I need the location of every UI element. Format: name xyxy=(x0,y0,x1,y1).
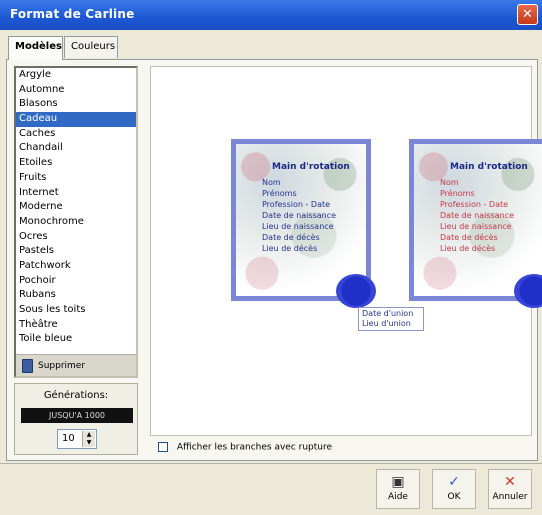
list-item[interactable]: Toile bleue xyxy=(16,332,136,347)
stepper-up-icon[interactable]: ▲ xyxy=(83,431,95,439)
card-title: Main d'rotation xyxy=(272,162,350,172)
card-line: Date de décès xyxy=(262,233,320,242)
branches-option[interactable]: Afficher les branches avec rupture xyxy=(158,442,332,453)
list-item[interactable]: Fruits xyxy=(16,171,136,186)
union-place: Lieu d'union xyxy=(362,319,411,328)
help-label: Aide xyxy=(388,492,408,502)
branches-checkbox[interactable] xyxy=(158,442,168,452)
card-line: Lieu de naissance xyxy=(262,222,334,231)
trash-icon xyxy=(22,359,33,373)
preview-card-left: Main d'rotation Nom Prénoms Profession -… xyxy=(231,139,376,308)
cancel-icon: ✕ xyxy=(504,474,516,490)
generations-group: Générations: JUSQU'A 1000 10 ▲ ▼ xyxy=(14,383,138,455)
window-title: Format de Carline xyxy=(10,7,135,21)
models-list[interactable]: Argyle Automne Blasons Cadeau Caches Cha… xyxy=(14,66,138,378)
branches-checkbox-label: Afficher les branches avec rupture xyxy=(176,442,333,453)
preview-area: Main d'rotation Nom Prénoms Profession -… xyxy=(150,66,542,436)
cancel-label: Annuler xyxy=(492,492,528,502)
card-line: Lieu de décès xyxy=(440,244,496,253)
list-item[interactable]: Pastels xyxy=(16,244,136,259)
list-item[interactable]: Pochoir xyxy=(16,274,136,289)
ok-label: OK xyxy=(447,492,461,502)
list-item[interactable]: Patchwork xyxy=(16,259,136,274)
list-item[interactable]: Chandail xyxy=(16,141,136,156)
card-line: Lieu de naissance xyxy=(440,222,512,231)
list-item[interactable]: Internet xyxy=(16,186,136,201)
card-line: Date de naissance xyxy=(262,211,337,220)
help-button[interactable]: ▣ Aide xyxy=(376,469,420,509)
list-item[interactable]: Blasons xyxy=(16,97,136,112)
card-line: Nom xyxy=(440,178,459,187)
card-lines: Nom Prénoms Profession - Date Date de na… xyxy=(262,177,336,254)
rose-ornament xyxy=(336,274,376,308)
rose-ornament xyxy=(514,274,542,308)
list-item[interactable]: Thèâtre xyxy=(16,318,136,333)
stepper-value: 10 xyxy=(62,433,75,444)
card-line: Profession - Date xyxy=(440,200,509,209)
card-title: Main d'rotation xyxy=(450,162,528,172)
list-item[interactable]: Monochrome xyxy=(16,215,136,230)
delete-label: Supprimer xyxy=(38,361,86,371)
list-item-selected[interactable]: Cadeau xyxy=(16,112,136,127)
card-line: Date de décès xyxy=(440,233,498,242)
card-line: Date de naissance xyxy=(440,211,515,220)
ok-button[interactable]: ✓ OK xyxy=(432,469,476,509)
list-item[interactable]: Caches xyxy=(16,127,136,142)
generations-field[interactable]: JUSQU'A 1000 xyxy=(21,408,133,423)
list-item[interactable]: Automne xyxy=(16,83,136,98)
tab-colors[interactable]: Couleurs xyxy=(64,36,118,58)
card-line: Profession - Date xyxy=(262,200,331,209)
cancel-button[interactable]: ✕ Annuler xyxy=(488,469,532,509)
card-line: Nom xyxy=(262,178,281,187)
list-item[interactable]: Ocres xyxy=(16,230,136,245)
check-icon: ✓ xyxy=(448,474,460,490)
list-item[interactable]: Etoiles xyxy=(16,156,136,171)
list-item[interactable]: Sous les toits xyxy=(16,303,136,318)
stepper-down-icon[interactable]: ▼ xyxy=(83,439,95,447)
list-item[interactable]: Moderne xyxy=(16,200,136,215)
generations-stepper[interactable]: 10 ▲ ▼ xyxy=(57,429,97,449)
list-item[interactable]: Rubans xyxy=(16,288,136,303)
union-date: Date d'union xyxy=(362,309,414,318)
title-bar: Format de Carline ✕ xyxy=(0,0,542,30)
stepper-buttons[interactable]: ▲ ▼ xyxy=(82,431,95,447)
help-icon: ▣ xyxy=(391,474,405,490)
card-line: Prénoms xyxy=(262,189,297,198)
list-item[interactable]: Argyle xyxy=(16,68,136,83)
close-button[interactable]: ✕ xyxy=(517,4,538,25)
delete-button[interactable]: Supprimer xyxy=(16,354,136,376)
card-line: Lieu de décès xyxy=(262,244,318,253)
tab-models[interactable]: Modèles xyxy=(8,36,63,60)
card-lines: Nom Prénoms Profession - Date Date de na… xyxy=(440,177,514,254)
card-line: Prénoms xyxy=(440,189,475,198)
preview-card-right: Main d'rotation Nom Prénoms Profession -… xyxy=(409,139,542,308)
union-annotation: Date d'union Lieu d'union xyxy=(358,307,424,331)
generations-label: Générations: xyxy=(43,390,109,401)
